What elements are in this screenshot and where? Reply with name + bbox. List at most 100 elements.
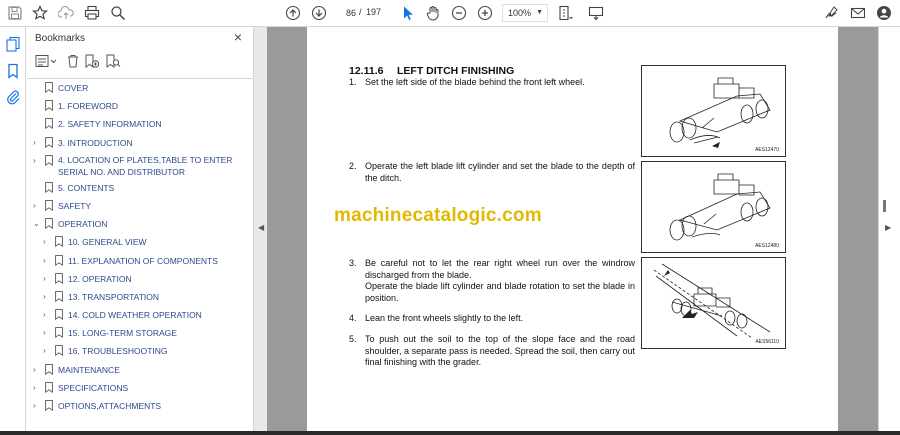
chevron-right-icon[interactable]: › (33, 401, 41, 411)
expand-arrow-icon[interactable]: ▶ (885, 223, 891, 232)
bookmark-label: 15. LONG-TERM STORAGE (68, 328, 177, 339)
bookmark-label: 16. TROUBLESHOOTING (68, 346, 168, 357)
account-icon[interactable] (875, 4, 893, 22)
figure-grader-2: AES12480 (641, 161, 786, 253)
bookmark-item[interactable]: 1. FOREWORD (27, 97, 253, 115)
right-gutter: ▶ (878, 27, 900, 435)
bookmark-item[interactable]: › 3. INTRODUCTION (27, 134, 253, 152)
step-number: 3. (349, 258, 357, 268)
chevron-right-icon[interactable]: › (33, 138, 41, 148)
bookmark-item[interactable]: › OPTIONS,ATTACHMENTS (27, 397, 253, 415)
page-number-input[interactable] (334, 5, 356, 21)
chevron-right-icon[interactable]: › (43, 292, 51, 302)
comment-icon[interactable] (587, 4, 605, 22)
bookmark-item[interactable]: 5. CONTENTS (27, 179, 253, 197)
bookmark-tools (35, 54, 245, 72)
bookmark-label: 10. GENERAL VIEW (68, 237, 147, 248)
chevron-right-icon[interactable]: › (43, 328, 51, 338)
panel-splitter[interactable]: ◀ (253, 27, 267, 435)
bookmark-label: 13. TRANSPORTATION (68, 291, 160, 302)
next-page-icon[interactable] (310, 4, 328, 22)
bookmark-item[interactable]: › 11. EXPLANATION OF COMPONENTS (27, 252, 253, 270)
attachment-icon[interactable] (5, 89, 21, 105)
step-number: 1. (349, 77, 357, 87)
bookmark-ribbon-icon (45, 400, 53, 412)
options-menu-icon[interactable] (35, 54, 57, 73)
bookmark-item[interactable]: › 4. LOCATION OF PLATES,TABLE TO ENTER SE… (27, 152, 253, 179)
bookmark-item[interactable]: › 10. GENERAL VIEW (27, 233, 253, 251)
hand-icon[interactable] (424, 4, 442, 22)
bookmark-icon[interactable] (5, 63, 21, 79)
section-number: 12.11.6 (349, 65, 384, 77)
chevron-right-icon[interactable]: › (43, 237, 51, 247)
page-total: 197 (366, 7, 382, 17)
chevron-right-icon[interactable]: › (33, 383, 41, 393)
chevron-right-icon[interactable]: › (43, 274, 51, 284)
zoom-level-value: 100% (508, 8, 532, 18)
chevron-right-icon[interactable]: › (43, 256, 51, 266)
bookmark-ribbon-icon (45, 200, 53, 212)
bookmark-item[interactable]: 2. SAFETY INFORMATION (27, 115, 253, 133)
bookmark-ribbon-icon (45, 218, 53, 230)
zoom-out-icon[interactable] (450, 4, 468, 22)
sign-icon[interactable] (823, 4, 841, 22)
bookmark-ribbon-icon (45, 381, 53, 393)
bookmark-item[interactable]: › 15. LONG-TERM STORAGE (27, 324, 253, 342)
bookmark-item[interactable]: › 13. TRANSPORTATION (27, 288, 253, 306)
bookmark-item[interactable]: › SAFETY (27, 197, 253, 215)
section-title: LEFT DITCH FINISHING (397, 65, 515, 77)
bookmark-label: 14. COLD WEATHER OPERATION (68, 310, 202, 321)
step-2: 2. Operate the left blade lift cylinder … (349, 161, 649, 187)
add-bookmark-icon[interactable] (84, 54, 100, 73)
bookmark-label: SAFETY (58, 200, 92, 211)
bookmark-list: COVER 1. FOREWORD 2. SAFETY INFORMATION › 3.… (27, 79, 253, 415)
bookmark-ribbon-icon (45, 181, 53, 193)
chevron-right-icon (33, 101, 41, 111)
star-icon[interactable] (31, 4, 49, 22)
bookmark-ribbon-icon (45, 100, 53, 112)
zoom-level-select[interactable]: 100% ▼ (502, 4, 548, 22)
toolbar: / 197 100% ▼ (0, 0, 900, 27)
chevron-right-icon (33, 119, 41, 129)
bookmark-ribbon-icon (55, 327, 63, 339)
scrollbar-thumb[interactable] (883, 200, 886, 212)
select-arrow-icon[interactable] (399, 4, 417, 22)
bookmark-label: SPECIFICATIONS (58, 382, 129, 393)
bookmark-item[interactable]: › MAINTENANCE (27, 361, 253, 379)
find-bookmark-icon[interactable] (105, 54, 121, 73)
fit-page-icon[interactable] (556, 4, 574, 22)
chevron-right-icon[interactable]: › (33, 365, 41, 375)
email-icon[interactable] (849, 4, 867, 22)
figure-grader-3: AES56110 (641, 257, 786, 349)
print-icon[interactable] (83, 4, 101, 22)
step-text: Lean the front wheels slightly to the le… (365, 313, 524, 323)
save-icon[interactable] (6, 4, 24, 22)
bookmark-item[interactable]: ⌄ OPERATION (27, 215, 253, 233)
pages-icon[interactable] (5, 36, 21, 52)
zoom-in-icon[interactable] (476, 4, 494, 22)
panel-title: Bookmarks (35, 33, 86, 44)
bookmark-item[interactable]: › 14. COLD WEATHER OPERATION (27, 306, 253, 324)
bookmark-label: OPTIONS,ATTACHMENTS (58, 401, 162, 411)
chevron-right-icon[interactable]: › (43, 346, 51, 356)
bookmark-ribbon-icon (45, 363, 53, 375)
figure-code: AES56110 (755, 339, 779, 345)
step-1: 1. Set the left side of the blade behind… (349, 77, 649, 91)
step-number: 5. (349, 334, 357, 344)
chevron-right-icon[interactable]: › (33, 156, 41, 166)
delete-icon[interactable] (66, 54, 80, 73)
step-text: Set the left side of the blade behind th… (365, 77, 585, 87)
prev-page-icon[interactable] (284, 4, 302, 22)
bookmark-label: OPERATION (58, 219, 108, 230)
bookmark-item[interactable]: › 16. TROUBLESHOOTING (27, 342, 253, 360)
bookmark-item[interactable]: › SPECIFICATIONS (27, 379, 253, 397)
close-icon[interactable]: × (231, 30, 245, 44)
upload-icon[interactable] (57, 4, 75, 22)
bookmark-item[interactable]: › 12. OPERATION (27, 270, 253, 288)
chevron-right-icon[interactable]: › (43, 310, 51, 320)
zoom-search-icon[interactable] (109, 4, 127, 22)
collapse-arrow-icon[interactable]: ◀ (258, 223, 264, 232)
chevron-down-icon[interactable]: ⌄ (33, 219, 41, 229)
chevron-right-icon[interactable]: › (33, 201, 41, 211)
bookmark-item[interactable]: COVER (27, 79, 253, 97)
